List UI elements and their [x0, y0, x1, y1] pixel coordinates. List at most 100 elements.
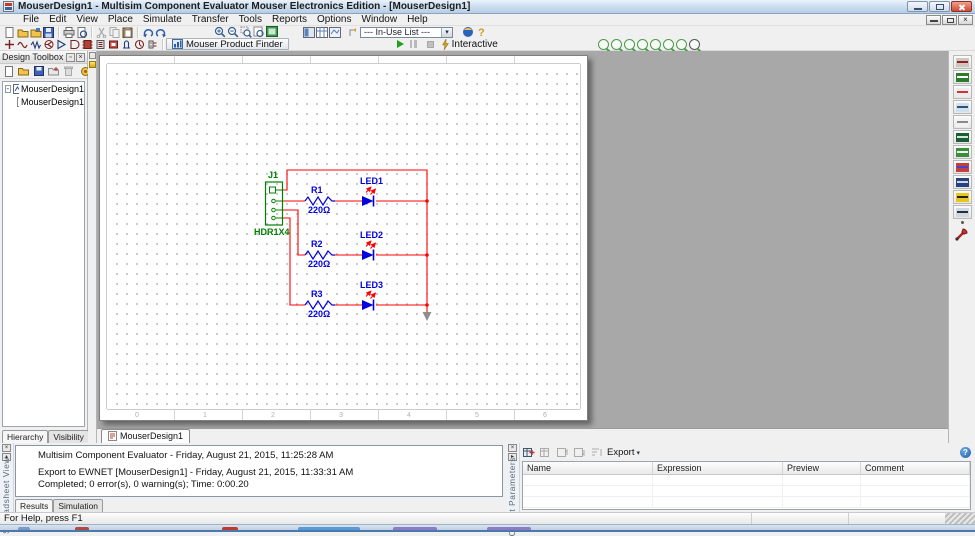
menu-simulate[interactable]: Simulate	[138, 14, 187, 25]
circuit-parameters-close-icon[interactable]: ×	[508, 444, 517, 452]
graphic-zoom-1-icon[interactable]	[598, 39, 609, 50]
value-label[interactable]: 220Ω	[308, 205, 330, 215]
stop-simulation-icon[interactable]	[424, 38, 437, 50]
iv-analyzer-icon[interactable]	[953, 205, 972, 219]
graphic-zoom-5-icon[interactable]	[650, 39, 661, 50]
menu-tools[interactable]: Tools	[234, 14, 267, 25]
graphic-zoom-2-icon[interactable]	[611, 39, 622, 50]
copy-icon[interactable]	[108, 26, 121, 38]
component-LED1[interactable]: LED1	[360, 176, 383, 207]
interactive-label[interactable]: Interactive	[452, 39, 498, 50]
document-tab-mouserdesign1[interactable]: MouserDesign1	[101, 429, 190, 443]
multimeter-icon[interactable]	[953, 55, 972, 69]
in-use-list-icon[interactable]	[347, 26, 360, 38]
menu-edit[interactable]: Edit	[44, 14, 71, 25]
place-transistor-icon[interactable]	[42, 38, 55, 50]
move-up-icon[interactable]	[556, 447, 569, 459]
current-probe-icon[interactable]	[953, 226, 972, 242]
menu-reports[interactable]: Reports	[267, 14, 312, 25]
place-basic-icon[interactable]	[16, 38, 29, 50]
table-row[interactable]	[523, 497, 970, 508]
logic-converter-icon[interactable]	[953, 190, 972, 204]
frequency-counter-icon[interactable]	[953, 145, 972, 159]
footprint-label[interactable]: HDR1X4	[254, 227, 290, 237]
graphic-zoom-6-icon[interactable]	[663, 39, 674, 50]
paste-icon[interactable]	[121, 26, 134, 38]
refdes-label[interactable]: LED1	[360, 176, 383, 186]
mdi-restore-button[interactable]	[942, 15, 957, 25]
close-button[interactable]	[951, 1, 972, 12]
refdes-label[interactable]: J1	[268, 170, 278, 180]
print-icon[interactable]	[62, 26, 75, 38]
wires[interactable]	[283, 170, 427, 312]
minimize-button[interactable]	[907, 1, 928, 12]
new-icon[interactable]	[3, 26, 16, 38]
menu-transfer[interactable]: Transfer	[187, 14, 234, 25]
place-cmos-icon[interactable]	[81, 38, 94, 50]
open-samples-icon[interactable]	[29, 26, 42, 38]
refdes-label[interactable]: R2	[311, 239, 323, 249]
schematic-drawing[interactable]: J1 HDR1X4 R1 220Ω LED1	[97, 51, 948, 428]
redo-icon[interactable]	[154, 26, 167, 38]
place-misc-digital-icon[interactable]	[94, 38, 107, 50]
wattmeter-icon[interactable]	[953, 85, 972, 99]
menu-window[interactable]: Window	[357, 14, 403, 25]
design-toolbox-minimize-icon[interactable]: ▫	[66, 53, 75, 62]
menu-options[interactable]: Options	[312, 14, 356, 25]
pause-simulation-icon[interactable]	[407, 38, 420, 50]
component-J1[interactable]: J1 HDR1X4	[254, 170, 290, 237]
tree-expander-icon[interactable]: -	[5, 85, 11, 93]
table-row[interactable]	[523, 486, 970, 497]
tab-results[interactable]: Results	[15, 499, 53, 512]
place-indicator-icon[interactable]	[120, 38, 133, 50]
refdes-label[interactable]: R3	[311, 289, 323, 299]
mouser-product-finder-button[interactable]: Mouser Product Finder	[166, 38, 289, 50]
bode-plotter-icon[interactable]	[953, 130, 972, 144]
open-design-icon[interactable]	[17, 65, 30, 77]
menu-view[interactable]: View	[71, 14, 103, 25]
component-R2[interactable]: R2 220Ω	[305, 239, 335, 269]
tab-visibility[interactable]: Visibility	[48, 430, 89, 443]
value-label[interactable]: 220Ω	[308, 259, 330, 269]
four-channel-oscilloscope-icon[interactable]	[953, 115, 972, 129]
column-header-expression[interactable]: Expression	[653, 462, 783, 474]
schematic-workspace[interactable]: 0 1 2 3 4 5 6	[97, 51, 948, 428]
component-LED3[interactable]: LED3	[360, 280, 383, 311]
panel-splitter[interactable]	[88, 51, 97, 443]
dropdown-caret-icon[interactable]: ▾	[441, 28, 452, 37]
spreadsheet-close-icon[interactable]: ×	[2, 444, 11, 452]
add-parameter-icon[interactable]	[522, 447, 535, 459]
value-label[interactable]: 220Ω	[308, 309, 330, 319]
in-use-list-dropdown[interactable]: --- In-Use List --- ▾	[360, 27, 453, 38]
help-icon[interactable]: ?	[474, 26, 487, 38]
function-generator-icon[interactable]	[953, 70, 972, 84]
spreadsheet-view-toggle-icon[interactable]	[315, 26, 328, 38]
refdes-label[interactable]: R1	[311, 185, 323, 195]
graphic-zoom-8-icon[interactable]	[689, 39, 700, 50]
full-screen-icon[interactable]	[265, 26, 278, 38]
refdes-label[interactable]: LED2	[360, 230, 383, 240]
open-icon[interactable]	[16, 26, 29, 38]
splitter-collapse-icon[interactable]	[89, 52, 96, 59]
run-simulation-icon[interactable]	[394, 38, 407, 50]
tab-hierarchy[interactable]: Hierarchy	[2, 430, 48, 443]
save-design-icon[interactable]	[32, 65, 45, 77]
print-preview-icon[interactable]	[75, 26, 88, 38]
oscilloscope-icon[interactable]	[953, 100, 972, 114]
maximize-button[interactable]	[929, 1, 950, 12]
column-header-comment[interactable]: Comment	[861, 462, 970, 474]
new-sheet-icon[interactable]	[2, 65, 15, 77]
graphic-zoom-4-icon[interactable]	[637, 39, 648, 50]
results-log[interactable]: Multisim Component Evaluator - Friday, A…	[15, 445, 503, 497]
mdi-close-button[interactable]: ×	[958, 15, 973, 25]
design-toolbox-close-icon[interactable]: ×	[76, 53, 85, 62]
place-diode-icon[interactable]	[29, 38, 42, 50]
zoom-in-icon[interactable]	[213, 26, 226, 38]
place-mixed-icon[interactable]	[107, 38, 120, 50]
word-generator-icon[interactable]	[953, 160, 972, 174]
column-header-preview[interactable]: Preview	[783, 462, 861, 474]
logic-analyzer-icon[interactable]	[953, 175, 972, 189]
splitter-pin-icon[interactable]	[89, 61, 96, 68]
menu-place[interactable]: Place	[103, 14, 138, 25]
tab-simulation[interactable]: Simulation	[53, 499, 103, 512]
